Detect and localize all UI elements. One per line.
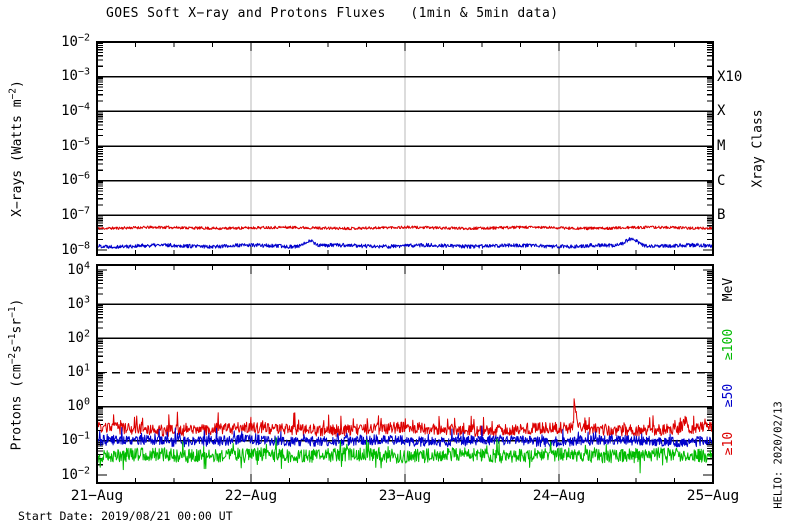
goes-flux-chart: GOES Soft X−ray and Protons Fluxes (1min… xyxy=(0,0,800,530)
chart-canvas xyxy=(96,41,714,484)
